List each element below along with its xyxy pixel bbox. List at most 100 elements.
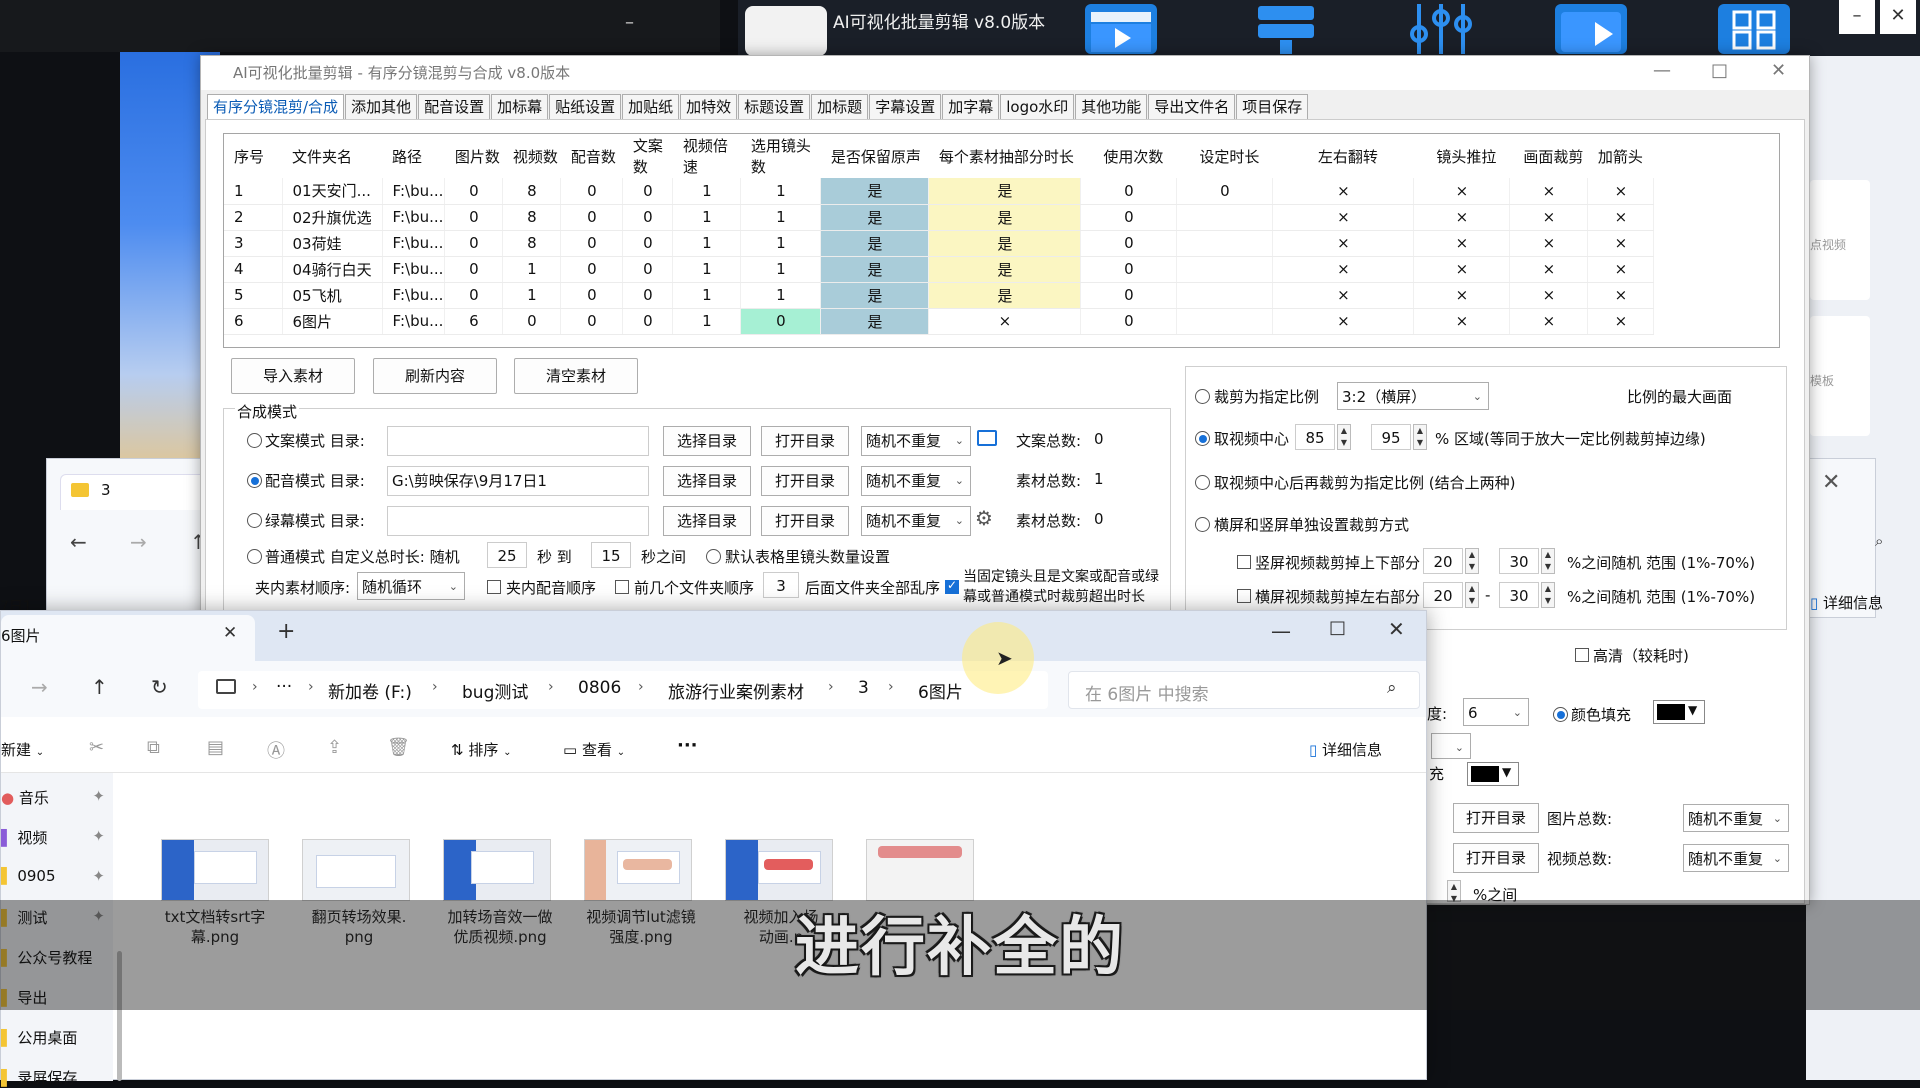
table-cell[interactable]: 0 bbox=[1080, 230, 1178, 257]
table-cell[interactable]: 0 bbox=[1080, 204, 1178, 231]
breadcrumb-item[interactable]: bug测试 bbox=[462, 678, 528, 703]
table-cell[interactable]: × bbox=[1413, 204, 1511, 231]
sort-button[interactable]: ⇅ 排序 ⌄ bbox=[451, 739, 512, 760]
table-cell[interactable]: 6 bbox=[444, 308, 504, 335]
greenscreen-order-select[interactable]: 随机不重复 ⌄ bbox=[861, 506, 971, 536]
column-header[interactable]: 左右翻转 bbox=[1273, 134, 1414, 178]
table-cell[interactable]: 1 bbox=[672, 204, 742, 231]
breadcrumb-item[interactable]: 3 bbox=[858, 678, 869, 698]
column-header[interactable]: 是否保留原声 bbox=[821, 134, 929, 178]
table-cell[interactable]: 是 bbox=[820, 308, 930, 335]
tab-close-icon[interactable]: ✕ bbox=[223, 623, 237, 643]
table-cell[interactable]: × bbox=[1587, 204, 1655, 231]
crop-center-radio[interactable] bbox=[1195, 431, 1210, 446]
sidebar-item-music[interactable]: ● 音乐 ✦ bbox=[1, 787, 109, 808]
table-cell[interactable]: 0 bbox=[560, 230, 624, 257]
table-cell[interactable]: 是 bbox=[820, 178, 930, 205]
table-cell[interactable]: 1 bbox=[740, 282, 822, 309]
background-minimize-icon[interactable]: – bbox=[625, 12, 634, 33]
crop-separate-radio[interactable] bbox=[1195, 517, 1210, 532]
voice-select-dir-button[interactable]: 选择目录 bbox=[663, 466, 751, 496]
column-header[interactable]: 序号 bbox=[224, 134, 282, 178]
table-cell[interactable]: 2 bbox=[224, 204, 283, 231]
greenscreen-open-dir-button[interactable]: 打开目录 bbox=[761, 506, 849, 536]
column-header[interactable]: 配音数 bbox=[561, 134, 623, 178]
breadcrumb-item[interactable]: 0806 bbox=[578, 678, 621, 698]
column-header[interactable]: 图片数 bbox=[445, 134, 503, 178]
image-open-dir-button[interactable]: 打开目录 bbox=[1453, 803, 1539, 833]
table-cell[interactable]: 0 bbox=[1080, 282, 1178, 309]
portrait-crop-checkbox[interactable] bbox=[1237, 555, 1251, 569]
tab-add-title-screen[interactable]: 加标幕 bbox=[491, 94, 549, 120]
table-cell[interactable]: 0 bbox=[622, 282, 674, 309]
table-cell[interactable]: × bbox=[1272, 178, 1415, 205]
partial-select[interactable]: ⌄ bbox=[1431, 733, 1471, 759]
file-thumbnail[interactable] bbox=[725, 839, 833, 901]
portrait-crop-min-input[interactable]: 20 bbox=[1423, 548, 1463, 574]
voice-mode-radio[interactable] bbox=[247, 473, 262, 488]
table-cell[interactable]: F:\bu... bbox=[382, 204, 446, 231]
table-cell[interactable]: 1 bbox=[740, 204, 822, 231]
tab-subtitle-settings[interactable]: 字幕设置 bbox=[869, 94, 942, 120]
details-pane-button[interactable]: ▯ 详细信息 bbox=[1309, 739, 1382, 760]
video-order-select[interactable]: 随机不重复 ⌄ bbox=[1683, 844, 1789, 872]
table-cell[interactable] bbox=[1176, 308, 1274, 335]
copy-dir-input[interactable] bbox=[387, 426, 649, 456]
folder-audio-order-checkbox[interactable] bbox=[487, 580, 501, 594]
refresh-icon[interactable]: ↻ bbox=[151, 675, 168, 699]
copy-open-dir-button[interactable]: 打开目录 bbox=[761, 426, 849, 456]
tab-voice-settings[interactable]: 配音设置 bbox=[418, 94, 491, 120]
landscape-crop-max-input[interactable]: 30 bbox=[1499, 582, 1539, 608]
table-cell[interactable]: 0 bbox=[502, 308, 562, 335]
crop-center-value-2[interactable]: 95 bbox=[1371, 424, 1411, 450]
table-cell[interactable]: 04骑行白天 bbox=[282, 256, 383, 283]
table-cell[interactable]: 02升旗优选 bbox=[282, 204, 383, 231]
column-header[interactable]: 视频倍速 bbox=[673, 134, 741, 178]
file-thumbnail[interactable] bbox=[443, 839, 551, 901]
table-cell[interactable]: 是 bbox=[820, 282, 930, 309]
table-cell[interactable]: × bbox=[1587, 282, 1655, 309]
table-row[interactable]: 3 03荷娃 F:\bu... 0 8 0 0 1 1 是是 0 × × × × bbox=[224, 230, 1655, 257]
forward-arrow-icon[interactable]: → bbox=[130, 530, 147, 554]
tab-add-other[interactable]: 添加其他 bbox=[345, 94, 418, 120]
back-arrow-icon[interactable]: ← bbox=[70, 530, 87, 554]
clear-material-button[interactable]: 清空素材 bbox=[514, 358, 638, 394]
portrait-crop-max-input[interactable]: 30 bbox=[1499, 548, 1539, 574]
import-material-button[interactable]: 导入素材 bbox=[231, 358, 355, 394]
degree-select[interactable]: 6 ⌄ bbox=[1463, 698, 1529, 726]
table-cell[interactable]: × bbox=[1272, 308, 1415, 335]
table-cell[interactable]: 0 bbox=[1080, 308, 1178, 335]
table-cell[interactable]: 03荷娃 bbox=[282, 230, 383, 257]
server-settings-icon[interactable] bbox=[1250, 4, 1322, 54]
table-cell[interactable]: 5 bbox=[224, 282, 283, 309]
table-cell[interactable]: × bbox=[1272, 256, 1415, 283]
table-cell[interactable]: × bbox=[1413, 230, 1511, 257]
column-header[interactable]: 设定时长 bbox=[1177, 134, 1273, 178]
table-cell[interactable]: 0 bbox=[444, 256, 504, 283]
landscape-crop-checkbox[interactable] bbox=[1237, 589, 1251, 603]
column-header[interactable]: 使用次数 bbox=[1081, 134, 1177, 178]
table-cell[interactable]: 0 bbox=[1176, 178, 1274, 205]
search-input[interactable]: 在 6图片 中搜索 ⌕ bbox=[1068, 671, 1420, 709]
table-cell[interactable]: F:\bu... bbox=[382, 178, 446, 205]
table-cell[interactable]: 0 bbox=[622, 204, 674, 231]
app-thumbnail-icon[interactable] bbox=[745, 6, 827, 56]
table-cell[interactable]: 0 bbox=[444, 230, 504, 257]
table-cell[interactable]: 1 bbox=[672, 308, 742, 335]
more-options-button[interactable]: ··· bbox=[677, 735, 698, 756]
column-header[interactable]: 选用镜头数 bbox=[741, 134, 821, 178]
table-cell[interactable]: 05飞机 bbox=[282, 282, 383, 309]
front-folders-count-input[interactable]: 3 bbox=[763, 572, 799, 598]
gear-icon[interactable]: ⚙ bbox=[975, 506, 993, 530]
color-picker[interactable]: ▼ bbox=[1653, 700, 1705, 724]
explorer-maximize-button[interactable]: □ bbox=[1329, 617, 1346, 638]
breadcrumb-more[interactable]: ··· bbox=[276, 677, 292, 697]
hd-checkbox[interactable] bbox=[1575, 648, 1589, 662]
refresh-content-button[interactable]: 刷新内容 bbox=[373, 358, 497, 394]
sidebar-item-recordings[interactable]: ▌ 录屏保存 bbox=[1, 1067, 77, 1088]
table-cell[interactable]: 0 bbox=[740, 308, 822, 335]
table-cell[interactable]: 6图片 bbox=[282, 308, 383, 335]
color-fill-radio[interactable] bbox=[1553, 707, 1568, 722]
explorer-minimize-button[interactable]: — bbox=[1271, 619, 1291, 643]
table-cell[interactable]: 4 bbox=[224, 256, 283, 283]
